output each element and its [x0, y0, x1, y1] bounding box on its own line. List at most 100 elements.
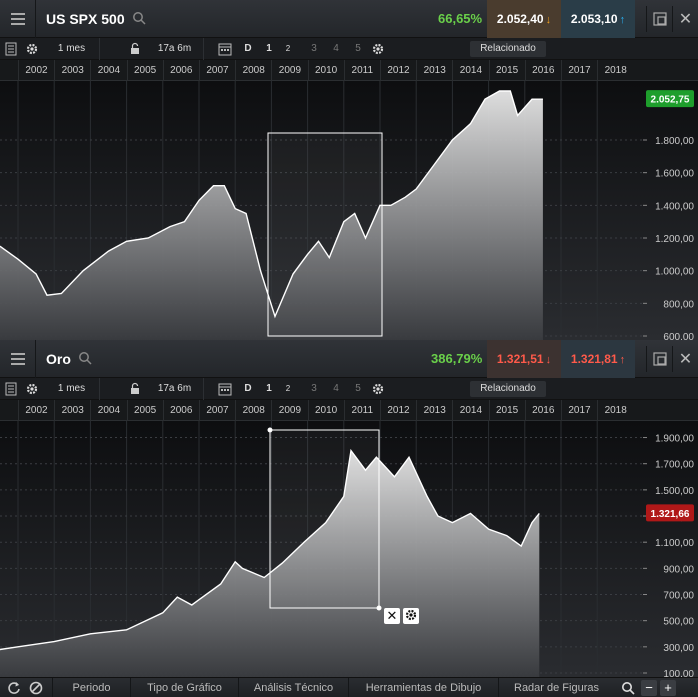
chart-toolbar: 1 mes 17a 6m D 1 2 3 4 5 Relacionado	[0, 378, 698, 400]
frequency-daily[interactable]: D	[240, 378, 256, 400]
zoom-in-button[interactable]: +	[660, 680, 676, 696]
year-label: 2009	[271, 60, 307, 81]
layout-4[interactable]: 4	[329, 38, 343, 60]
gear-icon[interactable]	[25, 382, 39, 396]
calendar-icon[interactable]	[218, 42, 232, 56]
rectangle-handle[interactable]	[376, 605, 382, 611]
menu-button[interactable]	[0, 340, 36, 378]
layout-2[interactable]: 2	[281, 38, 295, 60]
range-selector[interactable]: 17a 6m	[146, 38, 204, 60]
related-button[interactable]: Relacionado	[470, 41, 546, 57]
plus-icon: +	[664, 680, 672, 695]
gold-area-chart[interactable]: 1.900,001.700,001.500,001.300,001.100,00…	[0, 421, 698, 677]
change-percent: 386,79%	[431, 351, 483, 366]
chart-type-tab[interactable]: Tipo de Gráfico	[130, 678, 238, 697]
drawn-rectangle[interactable]	[269, 429, 380, 609]
close-button[interactable]: ✕	[672, 6, 698, 32]
instrument-title: US SPX 500	[46, 11, 125, 27]
year-label: 2015	[488, 60, 525, 81]
detach-window-button[interactable]	[646, 346, 672, 372]
chart-panel-spx: US SPX 500 66,65% 2.052,40 ↓ 2.053,10 ↑ ✕ …	[0, 0, 698, 340]
search-icon[interactable]	[78, 351, 92, 365]
buy-price-button[interactable]: 1.321,81 ↑	[561, 340, 635, 378]
year-label: 2003	[54, 400, 90, 421]
layout-3[interactable]: 3	[307, 38, 321, 60]
close-icon: ✕	[386, 608, 398, 623]
related-button[interactable]: Relacionado	[470, 381, 546, 397]
layout-1[interactable]: 1	[262, 378, 276, 400]
search-icon[interactable]	[132, 11, 146, 25]
sell-price-button[interactable]: 1.321,51 ↓	[487, 340, 561, 378]
year-label: 2007	[199, 400, 235, 421]
arrow-down-icon: ↓	[545, 14, 552, 26]
year-label: 2008	[235, 60, 271, 81]
year-label: 2017	[561, 400, 597, 421]
buy-price-button[interactable]: 2.053,10 ↑	[561, 0, 635, 38]
period-tab[interactable]: Periodo	[52, 678, 130, 697]
frequency-daily[interactable]: D	[240, 38, 256, 60]
layout-2[interactable]: 2	[281, 378, 295, 400]
current-price-label: 2.052,75	[651, 95, 690, 106]
year-label: 2014	[452, 400, 488, 421]
y-tick-label: 1.900,00	[655, 434, 694, 445]
current-price-label: 1.321,66	[651, 509, 690, 520]
buy-price: 2.053,10	[570, 12, 618, 26]
refresh-icon[interactable]	[6, 680, 22, 696]
instrument-title: Oro	[46, 351, 71, 367]
layout-4[interactable]: 4	[329, 378, 343, 400]
detach-window-button[interactable]	[646, 6, 672, 32]
year-label: 2002	[18, 400, 54, 421]
period-selector[interactable]: 1 mes	[44, 378, 100, 400]
technical-analysis-tab[interactable]: Análisis Técnico	[238, 678, 348, 697]
year-label: 2004	[90, 60, 126, 81]
year-label: 2003	[54, 60, 90, 81]
calendar-icon[interactable]	[218, 382, 232, 396]
year-axis: 2002 2003 2004 2005 2006 2007 2008 2009 2010 2011…	[0, 400, 698, 421]
y-tick-label: 1.800,00	[655, 136, 694, 147]
gear-icon[interactable]	[25, 42, 39, 56]
y-tick-label: 800,00	[663, 299, 694, 310]
chart-toolbar: 1 mes 17a 6m D 1 2 3 4 5 Relacionado	[0, 38, 698, 60]
year-label: 2014	[452, 60, 488, 81]
drawn-rectangle[interactable]	[267, 132, 383, 337]
year-label: 2006	[162, 60, 199, 81]
pattern-radar-tab[interactable]: Radar de Figuras	[498, 678, 614, 697]
lock-icon[interactable]	[128, 42, 142, 56]
zoom-icon[interactable]	[620, 680, 636, 696]
close-button[interactable]: ✕	[672, 346, 698, 372]
layout-2-label: 2	[285, 44, 291, 53]
rectangle-handle[interactable]	[267, 427, 273, 433]
arrow-down-icon: ↓	[545, 354, 552, 366]
delete-drawing-button[interactable]: ✕	[384, 608, 400, 624]
y-tick-label: 600,00	[663, 332, 694, 340]
layout-1[interactable]: 1	[262, 38, 276, 60]
range-selector[interactable]: 17a 6m	[146, 378, 204, 400]
change-percent: 66,65%	[438, 11, 483, 26]
menu-button[interactable]	[0, 0, 36, 38]
y-tick-label: 1.600,00	[655, 169, 694, 180]
y-tick-label: 100,00	[663, 669, 694, 677]
sell-price: 1.321,51	[496, 352, 544, 366]
drawing-tools-tab[interactable]: Herramientas de Dibujo	[348, 678, 498, 697]
zoom-out-button[interactable]: −	[641, 680, 657, 696]
year-label: 2009	[271, 400, 307, 421]
gear-icon[interactable]	[371, 42, 385, 56]
gear-icon[interactable]	[371, 382, 385, 396]
detach-icon	[652, 352, 667, 366]
spx-area-chart[interactable]: 1.800,00 1.600,00 1.400,00 1.200,00 1.000,00…	[0, 81, 698, 340]
lock-icon[interactable]	[128, 382, 142, 396]
year-label: 2005	[126, 60, 163, 81]
notes-icon[interactable]	[4, 42, 18, 56]
no-entry-icon[interactable]	[28, 680, 44, 696]
layout-5[interactable]: 5	[351, 378, 365, 400]
notes-icon[interactable]	[4, 382, 18, 396]
layout-3[interactable]: 3	[307, 378, 321, 400]
period-selector[interactable]: 1 mes	[44, 38, 100, 60]
sell-price-button[interactable]: 2.052,40 ↓	[487, 0, 561, 38]
y-tick-label: 500,00	[663, 617, 694, 628]
drawing-settings-button[interactable]	[403, 608, 419, 624]
y-tick-label: 1.500,00	[655, 486, 694, 497]
layout-5[interactable]: 5	[351, 38, 365, 60]
year-label: 2016	[524, 60, 561, 81]
instrument-header: Oro 386,79% 1.321,51 ↓ 1.321,81 ↑ ✕	[0, 340, 698, 378]
